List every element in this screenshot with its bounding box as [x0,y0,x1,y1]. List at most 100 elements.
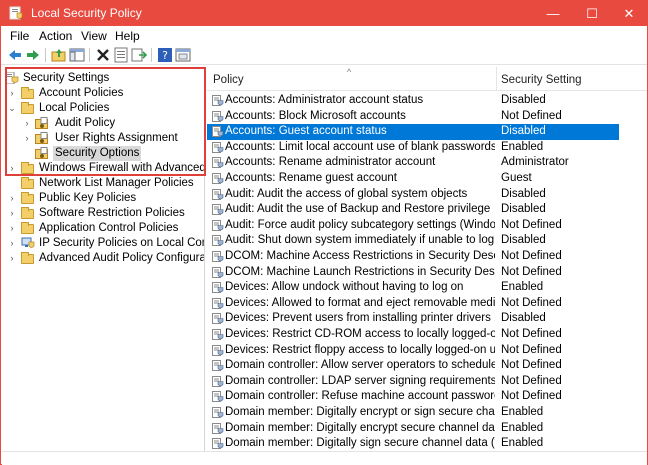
minimize-button[interactable]: — [534,1,572,26]
policy-item-icon [212,126,224,138]
chevron-right-icon[interactable]: › [7,206,17,221]
menu-view[interactable]: View [81,29,107,43]
policy-item-icon [212,438,224,450]
tree-item-label: Network List Manager Policies [39,177,194,189]
back-icon[interactable] [7,47,23,63]
title-bar[interactable]: Local Security Policy — ☐ ✕ [1,1,647,26]
policy-name: Audit: Force audit policy subcategory se… [225,218,495,231]
table-row[interactable]: Accounts: Rename guest account Guest [207,171,647,187]
tree-item-label: Public Key Policies [39,192,137,204]
forward-icon[interactable] [25,47,41,63]
up-folder-icon[interactable] [51,47,67,63]
policy-name: Accounts: Rename administrator account [225,156,436,169]
chevron-right-icon[interactable]: › [7,86,17,101]
policy-item-icon [212,360,224,372]
policy-folder-icon [35,147,49,159]
table-row[interactable]: Audit: Audit the use of Backup and Resto… [207,202,647,218]
menu-action[interactable]: Action [39,29,72,43]
table-row[interactable]: Domain member: Digitally sign secure cha… [207,436,647,451]
security-setting-value: Not Defined [501,218,562,231]
tree-item-label: Security Options [53,146,142,161]
table-row[interactable]: Domain member: Digitally encrypt or sign… [207,405,647,421]
table-row[interactable]: Accounts: Limit local account use of bla… [207,140,647,156]
policy-item-icon [212,157,224,169]
table-row[interactable]: Devices: Restrict CD-ROM access to local… [207,327,647,343]
policy-name: Accounts: Block Microsoft accounts [225,109,406,122]
console-icon[interactable] [175,47,191,63]
table-row[interactable]: Domain controller: Allow server operator… [207,358,647,374]
folder-icon [21,162,34,174]
policy-item-icon [212,344,224,357]
properties-icon[interactable] [113,47,129,63]
policy-name: Audit: Shut down system immediately if u… [225,234,495,247]
tree-pane[interactable]: Security Settings › Account Policies ⌄ L… [2,67,205,451]
table-row[interactable]: Accounts: Guest account status Disabled [207,124,619,140]
tree-item-label: Audit Policy [55,117,116,129]
chevron-right-icon[interactable]: › [22,131,32,146]
menu-file[interactable]: File [10,29,29,43]
security-setting-value: Not Defined [501,296,562,309]
table-row[interactable]: Accounts: Block Microsoft accounts Not De… [207,109,647,125]
chevron-right-icon[interactable]: › [7,221,17,236]
export-icon[interactable] [131,47,147,63]
menu-help[interactable]: Help [115,29,140,43]
security-setting-value: Not Defined [501,343,562,356]
policy-name: Devices: Prevent users from installing p… [225,312,491,325]
policy-name: Domain member: Digitally encrypt or sign… [225,406,495,418]
column-header-policy[interactable]: Policy [213,74,244,86]
tree-item-label: Local Policies [39,102,110,114]
chevron-right-icon[interactable]: › [22,116,32,131]
policy-list-pane[interactable]: ^ Policy Security Setting Accounts: Admi… [207,67,647,451]
chevron-right-icon[interactable]: › [7,161,17,176]
policy-item-icon [212,173,224,185]
table-row[interactable]: Domain member: Digitally encrypt secure … [207,421,647,437]
policy-item-icon [212,407,224,419]
svg-text:?: ? [162,49,168,62]
close-button[interactable]: ✕ [610,1,648,26]
table-row[interactable]: DCOM: Machine Launch Restrictions in Sec… [207,265,647,281]
menu-bar: File Action View Help [1,26,647,45]
security-setting-value: Not Defined [501,250,562,262]
policy-item-icon [212,422,224,435]
table-row[interactable]: Domain controller: Refuse machine accoun… [207,389,647,405]
tree-item-label: IP Security Policies on Local Compute [39,237,204,249]
table-row[interactable]: Devices: Prevent users from installing p… [207,311,647,327]
policy-item-icon [212,375,224,388]
policy-folder-icon [35,117,49,129]
maximize-button[interactable]: ☐ [573,1,611,26]
policy-name: Domain controller: LDAP server signing r… [225,374,495,387]
table-row[interactable]: Audit: Shut down system immediately if u… [207,233,647,249]
table-row[interactable]: Devices: Restrict floppy access to local… [207,343,647,359]
show-pane-icon[interactable] [69,47,85,63]
table-row[interactable]: Devices: Allowed to format and eject rem… [207,296,647,312]
security-setting-value: Disabled [501,187,546,200]
security-setting-value: Enabled [501,140,544,153]
chevron-down-icon[interactable]: ⌄ [7,101,17,116]
column-divider[interactable] [496,67,497,91]
table-row[interactable]: Domain controller: LDAP server signing r… [207,374,647,390]
table-row[interactable]: Audit: Audit the access of global system… [207,187,647,203]
tree-item-label: User Rights Assignment [55,132,178,144]
help-icon[interactable]: ? [157,47,173,63]
delete-icon[interactable] [95,47,111,63]
table-row[interactable]: Accounts: Rename administrator account Ad… [207,155,647,171]
table-row[interactable]: Devices: Allow undock without having to … [207,280,647,296]
table-row[interactable]: Audit: Force audit policy subcategory se… [207,218,647,234]
policy-name: Domain controller: Allow server operator… [225,359,495,372]
security-setting-value: Disabled [501,203,546,216]
chevron-right-icon[interactable]: › [7,236,17,251]
table-row[interactable]: DCOM: Machine Access Restrictions in Sec… [207,249,647,265]
policy-item-icon [212,282,224,294]
security-setting-value: Not Defined [501,265,562,278]
policy-name: Devices: Restrict CD-ROM access to local… [225,328,495,340]
chevron-right-icon[interactable]: › [7,191,17,206]
toolbar-separator [151,48,152,62]
folder-icon [21,222,34,234]
table-row[interactable]: Accounts: Administrator account status Di… [207,93,647,109]
security-setting-value: Disabled [501,125,546,138]
policy-item-icon [212,266,224,279]
chevron-right-icon[interactable]: › [7,251,17,266]
policy-item-icon [212,329,224,341]
column-header-security-setting[interactable]: Security Setting [501,74,582,86]
policy-item-icon [212,141,224,154]
